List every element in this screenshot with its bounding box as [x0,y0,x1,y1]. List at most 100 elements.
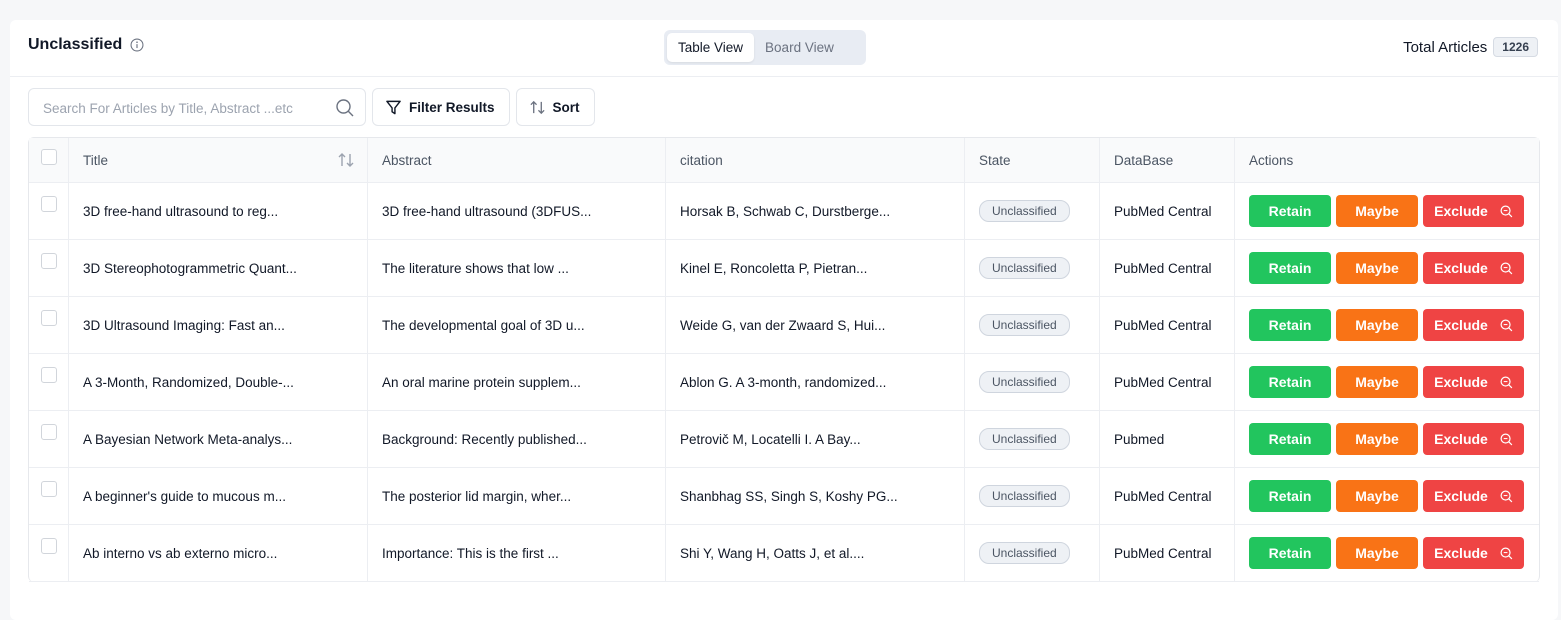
row-state-cell: Unclassified [965,411,1100,467]
search-icon[interactable] [335,98,355,118]
table-row: Ab interno vs ab externo micro... Import… [29,525,1539,582]
retain-button[interactable]: Retain [1249,537,1331,569]
exclude-label: Exclude [1434,488,1488,504]
row-checkbox[interactable] [40,196,57,212]
row-select-cell [29,411,69,467]
zoom-search-icon [1500,319,1513,331]
table-row: A beginner's guide to mucous m... The po… [29,468,1539,525]
row-state-cell: Unclassified [965,183,1100,239]
row-state-cell: Unclassified [965,354,1100,410]
search-box [28,88,366,127]
title-group: Unclassified [28,36,144,54]
row-title[interactable]: 3D Stereophotogrammetric Quant... [69,240,368,296]
filter-results-button[interactable]: Filter Results [372,88,510,126]
row-title[interactable]: Ab interno vs ab externo micro... [69,525,368,581]
status-badge: Unclassified [979,257,1070,279]
info-icon[interactable] [130,38,144,52]
table-row: A Bayesian Network Meta-analys... Backgr… [29,411,1539,468]
row-checkbox[interactable] [40,367,57,383]
search-input[interactable] [41,89,325,127]
total-articles-label: Total Articles [1403,38,1488,56]
row-abstract: The developmental goal of 3D u... [368,297,666,353]
row-select-cell [29,468,69,524]
maybe-button[interactable]: Maybe [1336,366,1418,398]
maybe-button[interactable]: Maybe [1336,195,1418,227]
status-badge: Unclassified [979,200,1070,222]
status-badge: Unclassified [979,371,1070,393]
row-title[interactable]: A Bayesian Network Meta-analys... [69,411,368,467]
retain-button[interactable]: Retain [1249,366,1331,398]
exclude-button[interactable]: Exclude [1423,252,1524,284]
sort-icon [529,100,545,114]
zoom-search-icon [1500,433,1513,445]
row-title[interactable]: 3D Ultrasound Imaging: Fast an... [69,297,368,353]
row-actions: Retain Maybe Exclude [1235,354,1539,410]
table-view-tab[interactable]: Table View [667,33,755,62]
exclude-label: Exclude [1434,203,1488,219]
table-row: 3D Ultrasound Imaging: Fast an... The de… [29,297,1539,354]
sort-button[interactable]: Sort [515,88,595,126]
row-abstract: Importance: This is the first ... [368,525,666,581]
row-database: PubMed Central [1100,240,1235,296]
status-badge: Unclassified [979,314,1070,336]
column-actions: Actions [1249,152,1294,168]
row-database: PubMed Central [1100,297,1235,353]
select-all-cell [29,138,69,182]
row-checkbox[interactable] [40,424,57,440]
board-view-tab[interactable]: Board View [754,33,845,62]
row-citation: Shanbhag SS, Singh S, Koshy PG... [666,468,965,524]
zoom-search-icon [1500,262,1513,274]
sort-arrows-icon[interactable] [337,151,355,169]
row-select-cell [29,297,69,353]
select-all-checkbox[interactable] [40,149,57,165]
zoom-search-icon [1500,490,1513,502]
filter-icon [386,100,401,114]
row-citation: Kinel E, Roncoletta P, Pietran... [666,240,965,296]
row-actions: Retain Maybe Exclude [1235,297,1539,353]
exclude-button[interactable]: Exclude [1423,366,1524,398]
status-badge: Unclassified [979,485,1070,507]
retain-button[interactable]: Retain [1249,423,1331,455]
exclude-button[interactable]: Exclude [1423,480,1524,512]
row-checkbox[interactable] [40,538,57,554]
maybe-button[interactable]: Maybe [1336,537,1418,569]
row-select-cell [29,525,69,581]
table-row: 3D free-hand ultrasound to reg... 3D fre… [29,183,1539,240]
retain-button[interactable]: Retain [1249,480,1331,512]
exclude-button[interactable]: Exclude [1423,537,1524,569]
retain-button[interactable]: Retain [1249,195,1331,227]
row-actions: Retain Maybe Exclude [1235,525,1539,581]
row-title[interactable]: 3D free-hand ultrasound to reg... [69,183,368,239]
table-row: 3D Stereophotogrammetric Quant... The li… [29,240,1539,297]
column-abstract: Abstract [368,138,666,182]
retain-button[interactable]: Retain [1249,309,1331,341]
exclude-button[interactable]: Exclude [1423,195,1524,227]
exclude-button[interactable]: Exclude [1423,423,1524,455]
row-checkbox[interactable] [40,310,57,326]
column-title: Title [69,138,368,182]
row-state-cell: Unclassified [965,297,1100,353]
row-actions: Retain Maybe Exclude [1235,411,1539,467]
row-checkbox[interactable] [40,481,57,497]
row-checkbox[interactable] [40,253,57,269]
retain-button[interactable]: Retain [1249,252,1331,284]
row-citation: Weide G, van der Zwaard S, Hui... [666,297,965,353]
row-abstract: Background: Recently published... [368,411,666,467]
maybe-button[interactable]: Maybe [1336,252,1418,284]
maybe-button[interactable]: Maybe [1336,480,1418,512]
column-title-label: Title [83,152,109,168]
row-abstract: The literature shows that low ... [368,240,666,296]
row-select-cell [29,240,69,296]
row-actions: Retain Maybe Exclude [1235,240,1539,296]
table-row: A 3-Month, Randomized, Double-... An ora… [29,354,1539,411]
row-actions: Retain Maybe Exclude [1235,468,1539,524]
page-title: Unclassified [28,36,123,53]
row-title[interactable]: A 3-Month, Randomized, Double-... [69,354,368,410]
table-header: Title Abstract citation State DataBase A… [29,138,1539,183]
row-citation: Petrovič M, Locatelli I. A Bay... [666,411,965,467]
maybe-button[interactable]: Maybe [1336,423,1418,455]
row-select-cell [29,183,69,239]
maybe-button[interactable]: Maybe [1336,309,1418,341]
exclude-button[interactable]: Exclude [1423,309,1524,341]
row-title[interactable]: A beginner's guide to mucous m... [69,468,368,524]
